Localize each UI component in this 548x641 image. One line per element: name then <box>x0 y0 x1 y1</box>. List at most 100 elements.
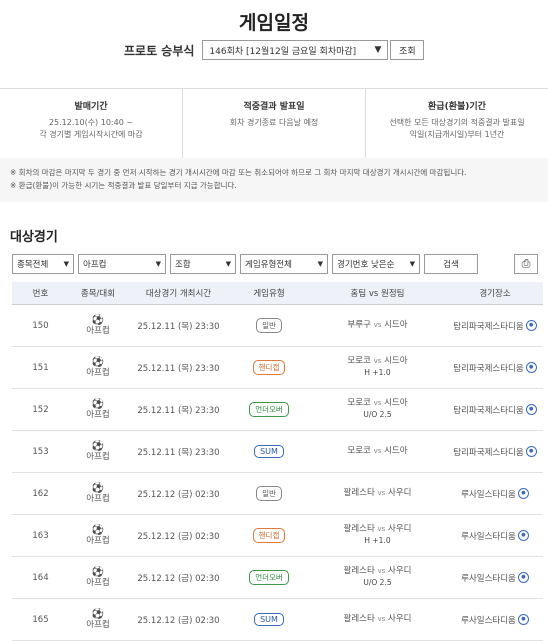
chevron-down-icon: ▼ <box>317 260 323 268</box>
map-pin-icon[interactable]: ● <box>525 320 537 331</box>
venue-cell: 탐리파국제스타디움 ● <box>447 430 543 473</box>
print-button[interactable]: ⎙ <box>514 254 538 274</box>
vs-label: vs <box>377 567 386 575</box>
type-cell: 일반 <box>230 304 308 347</box>
refund-period-line: 익일(지급개시일)부터 1년간 <box>409 130 505 139</box>
league-cell: ⚽ 아프컵 <box>69 346 127 389</box>
match-time: 25.12.12 (금) 02:30 <box>127 472 230 515</box>
round-select[interactable]: 146회차 [12월12일 금요일 회차마감] ▼ <box>202 40 389 60</box>
away-team: 시드아 <box>384 320 408 330</box>
venue-name: 탐리파국제스타디움 <box>453 405 524 416</box>
col-header-teams: 홈팀 vs 원정팀 <box>308 282 447 305</box>
table-row: 162 ⚽ 아프컵 25.12.12 (금) 02:30 일반 팔레스타 vs 사… <box>12 472 543 515</box>
type-cell: 핸디캡 <box>230 346 308 389</box>
match-time: 25.12.12 (금) 02:30 <box>127 556 230 599</box>
teams-cell: 부루구 vs 시드아 <box>308 304 447 347</box>
home-team: 모로코 <box>347 398 371 408</box>
sort-filter[interactable]: 경기번호 낮은순 ▼ <box>332 254 420 274</box>
map-pin-icon[interactable]: ● <box>517 572 529 583</box>
league-cell: ⚽ 아프컵 <box>69 304 127 347</box>
league-name: 아프컵 <box>86 367 110 378</box>
soccer-ball-icon: ⚽ <box>91 398 105 410</box>
match-number: 165 <box>12 598 69 641</box>
col-header-number: 번호 <box>12 282 69 305</box>
soccer-ball-icon: ⚽ <box>91 356 105 368</box>
sale-info-panel: 발매기간 25.12.10(수) 10:40 ~ 각 경기별 게임시작시간에 마… <box>0 88 548 160</box>
map-pin-icon[interactable]: ● <box>525 446 537 457</box>
venue-name: 탐리파국제스타디움 <box>453 363 524 374</box>
sale-period: 발매기간 25.12.10(수) 10:40 ~ 각 경기별 게임시작시간에 마… <box>0 89 182 159</box>
type-cell: 언더오버 <box>230 556 308 599</box>
league-cell: ⚽ 아프컵 <box>69 472 127 515</box>
table-row: 163 ⚽ 아프컵 25.12.12 (금) 02:30 핸디캡 팔레스타 vs … <box>12 514 543 557</box>
type-cell: 핸디캡 <box>230 514 308 557</box>
vs-label: vs <box>373 357 382 365</box>
soccer-ball-icon: ⚽ <box>91 524 105 536</box>
table-row: 165 ⚽ 아프컵 25.12.12 (금) 02:30 SUM 팔레스타 vs … <box>12 598 543 641</box>
table-header-row: 번호 종목/대회 대상경기 개최시간 게임유형 홈팀 vs 원정팀 경기장소 <box>12 282 543 305</box>
sale-period-line: 25.12.10(수) 10:40 ~ <box>48 118 134 127</box>
type-cell: SUM <box>230 430 308 473</box>
teams-cell: 팔레스타 vs 사우디 <box>308 472 447 515</box>
vs-label: vs <box>377 489 386 497</box>
lookup-button[interactable]: 조회 <box>390 40 425 60</box>
handicap-value: H +1.0 <box>364 536 391 545</box>
map-pin-icon[interactable]: ● <box>525 404 537 415</box>
search-button[interactable]: 검색 <box>424 254 478 274</box>
league-name: 아프컵 <box>86 493 110 504</box>
league-cell: ⚽ 아프컵 <box>69 556 127 599</box>
home-team: 부루구 <box>347 320 371 330</box>
chevron-down-icon: ▼ <box>225 260 231 268</box>
league-name: 아프컵 <box>86 535 110 546</box>
map-pin-icon[interactable]: ● <box>517 614 529 625</box>
league-cell: ⚽ 아프컵 <box>69 388 127 431</box>
table-row: 150 ⚽ 아프컵 25.12.11 (목) 23:30 일반 부루구 vs 시드… <box>12 304 543 347</box>
game-type-badge: 핸디캡 <box>252 360 286 375</box>
chevron-down-icon: ▼ <box>374 45 382 55</box>
league-filter[interactable]: 아프컵 ▼ <box>78 254 166 274</box>
teams-cell: 팔레스타 vs 사우디 U/O 2.5 <box>308 556 447 599</box>
sport-filter[interactable]: 종목전체 ▼ <box>12 254 74 274</box>
chevron-down-icon: ▼ <box>63 260 69 268</box>
col-header-venue: 경기장소 <box>447 282 543 305</box>
soccer-ball-icon: ⚽ <box>91 608 105 620</box>
map-pin-icon[interactable]: ● <box>517 488 529 499</box>
map-pin-icon[interactable]: ● <box>517 530 529 541</box>
game-type-badge: 언더오버 <box>249 402 289 417</box>
venue-cell: 루사일스타디움 ● <box>447 514 543 557</box>
home-team: 모로코 <box>347 356 371 366</box>
table-row: 152 ⚽ 아프컵 25.12.11 (목) 23:30 언더오버 모로코 vs … <box>12 388 543 431</box>
game-type-badge: SUM <box>254 613 284 626</box>
game-type-filter-value: 게임유형전체 <box>245 260 292 270</box>
match-number: 151 <box>12 346 69 389</box>
game-type-badge: 일반 <box>256 318 282 333</box>
match-number: 153 <box>12 430 69 473</box>
venue-cell: 루사일스타디움 ● <box>447 556 543 599</box>
condition-filter[interactable]: 조합 ▼ <box>170 254 236 274</box>
teams-cell: 팔레스타 vs 사우디 H +1.0 <box>308 514 447 557</box>
game-type-badge: 일반 <box>256 486 282 501</box>
game-type-badge: 언더오버 <box>249 570 289 585</box>
game-label: 프로토 승부식 <box>124 43 195 58</box>
match-time: 25.12.12 (금) 02:30 <box>127 514 230 557</box>
match-number: 150 <box>12 304 69 347</box>
type-cell: SUM <box>230 598 308 641</box>
sale-period-title: 발매기간 <box>74 102 108 112</box>
page-title: 게임일정 <box>239 12 309 34</box>
under-over-value: U/O 2.5 <box>363 578 392 587</box>
map-pin-icon[interactable]: ● <box>525 362 537 373</box>
round-select-value: 146회차 [12월12일 금요일 회차마감] <box>209 46 357 57</box>
venue-cell: 탐리파국제스타디움 ● <box>447 304 543 347</box>
game-type-badge: SUM <box>254 445 284 458</box>
chevron-down-icon: ▼ <box>409 260 415 268</box>
game-type-filter[interactable]: 게임유형전체 ▼ <box>240 254 328 274</box>
refund-period-title: 환급(환불)기간 <box>428 102 486 112</box>
type-cell: 일반 <box>230 472 308 515</box>
section-title: 대상경기 <box>10 230 58 245</box>
notice-line: ※ 회차의 마감은 마지막 두 경기 중 먼저 시작하는 경기 개시시간에 마감… <box>10 168 467 177</box>
table-row: 153 ⚽ 아프컵 25.12.11 (목) 23:30 SUM 모로코 vs 시… <box>12 430 543 473</box>
teams-cell: 모로코 vs 시드아 <box>308 430 447 473</box>
col-header-type: 게임유형 <box>230 282 308 305</box>
teams-cell: 모로코 vs 시드아 U/O 2.5 <box>308 388 447 431</box>
refund-period: 환급(환불)기간 선택한 모든 대상경기의 적중결과 발표일 익일(지급개시일)… <box>365 89 548 159</box>
